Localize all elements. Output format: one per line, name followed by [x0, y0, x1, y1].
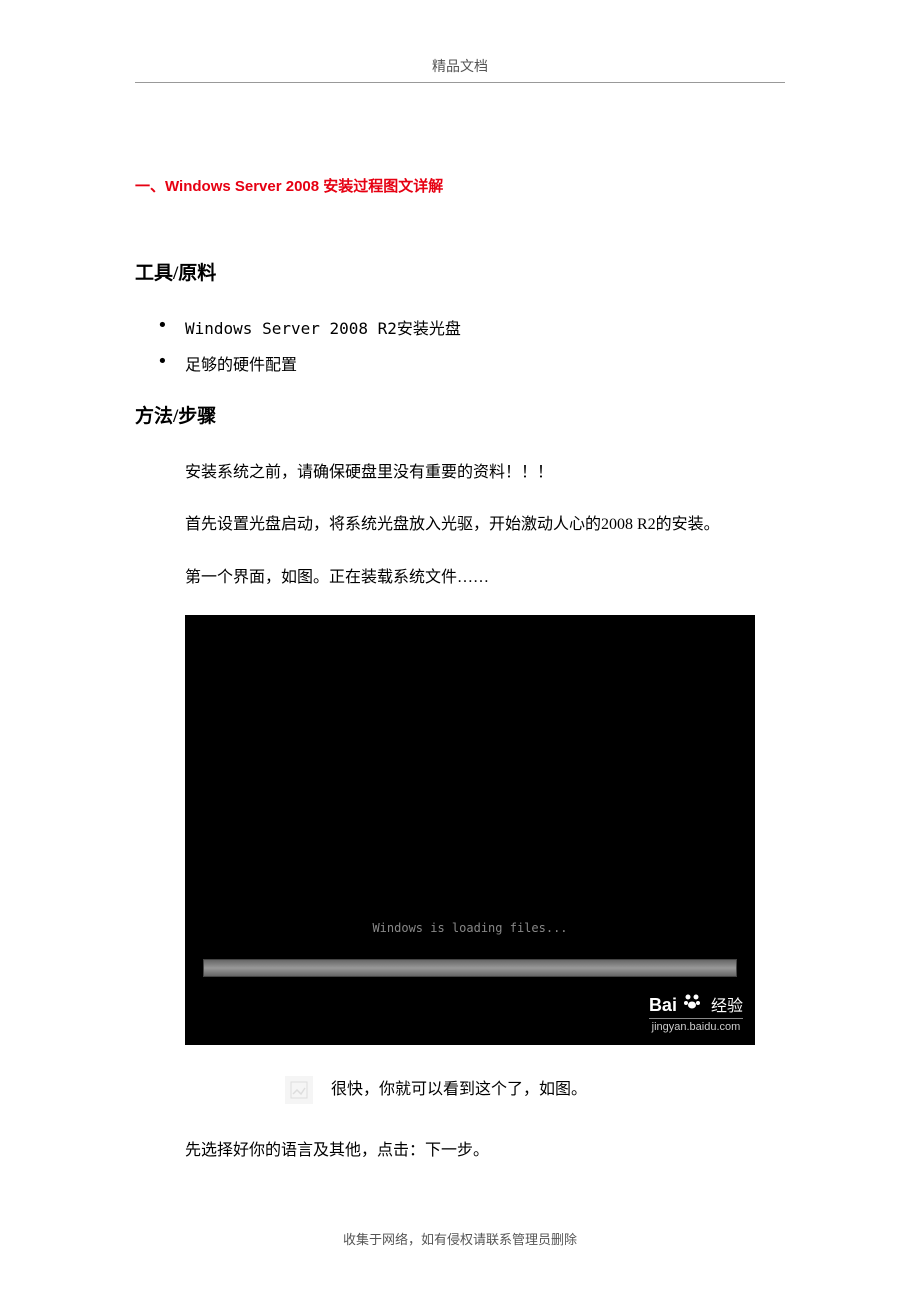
- document-title: 一、Windows Server 2008 安装过程图文详解: [135, 175, 785, 196]
- page-header: 精品文档: [135, 56, 785, 83]
- list-item: Windows Server 2008 R2安装光盘: [185, 315, 785, 339]
- title-prefix: 一、: [135, 178, 165, 195]
- watermark-logo-text: Bai: [649, 995, 677, 1015]
- list-item: 足够的硬件配置: [185, 351, 785, 375]
- section-steps-heading: 方法/步骤: [135, 401, 785, 428]
- paragraph: 先选择好你的语言及其他，点击：下一步。: [185, 1136, 785, 1166]
- section-tools-heading: 工具/原料: [135, 258, 785, 285]
- loading-text: Windows is loading files...: [185, 921, 755, 935]
- watermark: Bai 经验 jingyan.baidu.com: [649, 991, 743, 1033]
- step-2-intro: 很快，你就可以看到这个了，如图。: [285, 1075, 785, 1105]
- paragraph: 安装系统之前，请确保硬盘里没有重要的资料！！！: [185, 458, 785, 488]
- step-2-content: 先选择好你的语言及其他，点击：下一步。: [135, 1136, 785, 1166]
- paw-icon: [677, 995, 707, 1015]
- page-footer: 收集于网络，如有侵权请联系管理员删除: [0, 1229, 920, 1248]
- paragraph: 很快，你就可以看到这个了，如图。: [331, 1075, 587, 1105]
- steps-content: 安装系统之前，请确保硬盘里没有重要的资料！！！ 首先设置光盘启动，将系统光盘放入…: [135, 458, 785, 593]
- placeholder-icon: [285, 1076, 313, 1104]
- paragraph: 第一个界面，如图。正在装载系统文件……: [185, 563, 785, 593]
- tools-list: Windows Server 2008 R2安装光盘 足够的硬件配置: [135, 315, 785, 375]
- installation-screenshot: Windows is loading files... Bai 经验 jingy…: [185, 615, 755, 1045]
- paragraph: 首先设置光盘启动，将系统光盘放入光驱，开始激动人心的2008 R2的安装。: [185, 510, 785, 540]
- title-text: Windows Server 2008 安装过程图文详解: [165, 178, 443, 195]
- watermark-cn-text: 经验: [711, 998, 743, 1015]
- progress-bar: [203, 959, 737, 977]
- watermark-url: jingyan.baidu.com: [649, 1018, 743, 1033]
